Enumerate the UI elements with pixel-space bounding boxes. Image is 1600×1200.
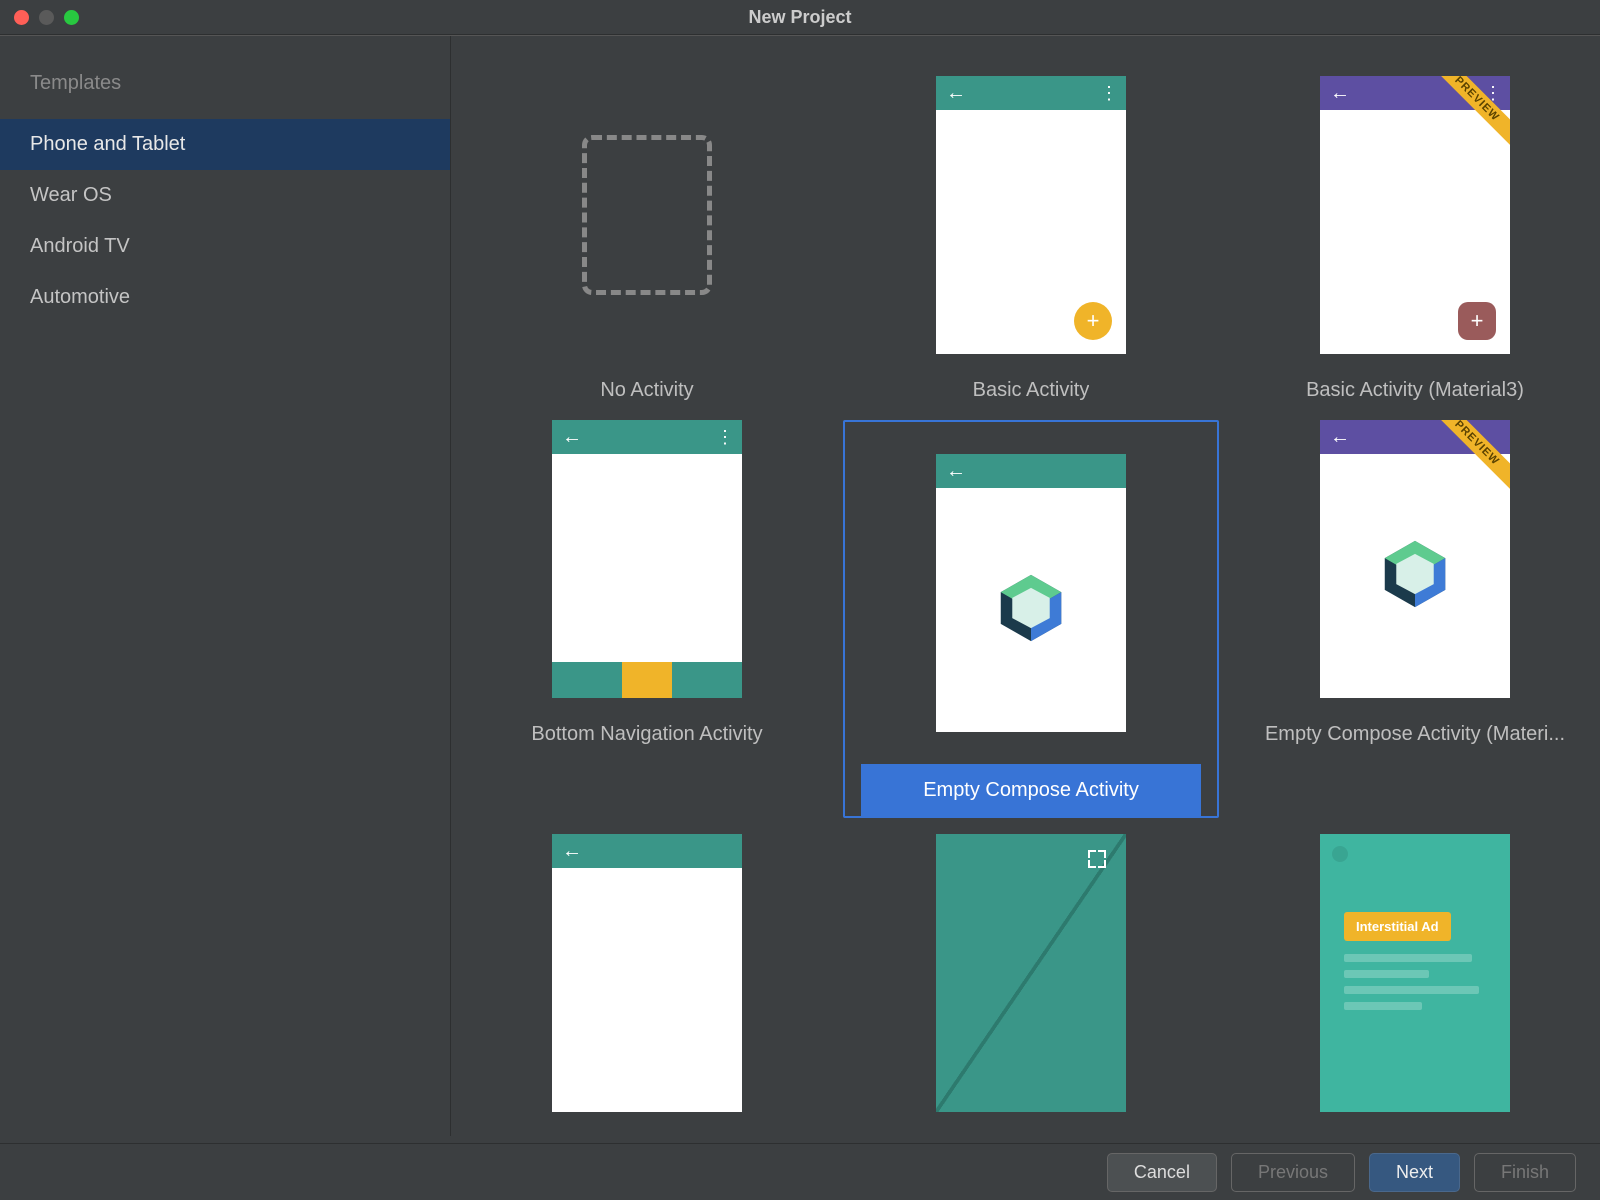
back-arrow-icon: ← [562, 840, 582, 863]
sidebar-item-phone-tablet[interactable]: Phone and Tablet [0, 119, 450, 170]
fab-add-icon: + [1074, 302, 1112, 340]
maximize-window-icon[interactable] [64, 10, 79, 25]
fullscreen-icon [1098, 842, 1116, 860]
overflow-menu-icon: ⋮ [1100, 83, 1116, 104]
sidebar: Templates Phone and Tablet Wear OS Andro… [0, 36, 451, 1136]
titlebar: New Project [0, 0, 1600, 35]
dot-icon [1332, 846, 1348, 862]
template-empty-compose-m3[interactable]: ← PREVIEW Empty Compose Activity (Materi… [1229, 420, 1600, 818]
next-button[interactable]: Next [1369, 1153, 1460, 1192]
fab-add-icon: + [1458, 302, 1496, 340]
back-arrow-icon: ← [1330, 426, 1350, 449]
back-arrow-icon: ← [562, 426, 582, 449]
compose-logo-icon [995, 572, 1067, 644]
window-controls [14, 10, 79, 25]
template-row3-1[interactable]: ← [461, 834, 833, 1136]
template-basic-activity-m3[interactable]: ←⋮ PREVIEW + Basic Activity (Material3) [1229, 76, 1600, 404]
back-arrow-icon: ← [1330, 82, 1350, 105]
template-row3-fullscreen[interactable]: ← [845, 834, 1217, 1136]
template-empty-compose[interactable]: ← Empty Compose Activity [843, 420, 1219, 818]
close-window-icon[interactable] [14, 10, 29, 25]
finish-button[interactable]: Finish [1474, 1153, 1576, 1192]
wizard-buttons: Cancel Previous Next Finish [0, 1143, 1600, 1200]
template-bottom-navigation[interactable]: ←⋮ Bottom Navigation Activity [461, 420, 833, 818]
sidebar-heading: Templates [0, 62, 450, 119]
overflow-menu-icon: ⋮ [716, 427, 732, 448]
back-arrow-icon: ← [946, 460, 966, 483]
template-gallery: No Activity ←⋮ + Basic Activity ←⋮ PREVI… [451, 36, 1600, 1136]
minimize-window-icon[interactable] [39, 10, 54, 25]
template-basic-activity[interactable]: ←⋮ + Basic Activity [845, 76, 1217, 404]
previous-button[interactable]: Previous [1231, 1153, 1355, 1192]
sidebar-item-automotive[interactable]: Automotive [0, 272, 450, 323]
bottom-nav-bar-icon [552, 662, 742, 698]
back-arrow-icon: ← [946, 82, 966, 105]
cancel-button[interactable]: Cancel [1107, 1153, 1217, 1192]
template-no-activity[interactable]: No Activity [461, 76, 833, 404]
window-title: New Project [748, 7, 851, 28]
compose-logo-icon [1379, 538, 1451, 610]
sidebar-item-android-tv[interactable]: Android TV [0, 221, 450, 272]
sidebar-item-wear-os[interactable]: Wear OS [0, 170, 450, 221]
dashed-square-icon [582, 135, 712, 295]
ad-badge: Interstitial Ad [1344, 912, 1451, 941]
template-row3-ad[interactable]: Interstitial Ad [1229, 834, 1600, 1136]
placeholder-lines-icon [1344, 954, 1486, 1018]
